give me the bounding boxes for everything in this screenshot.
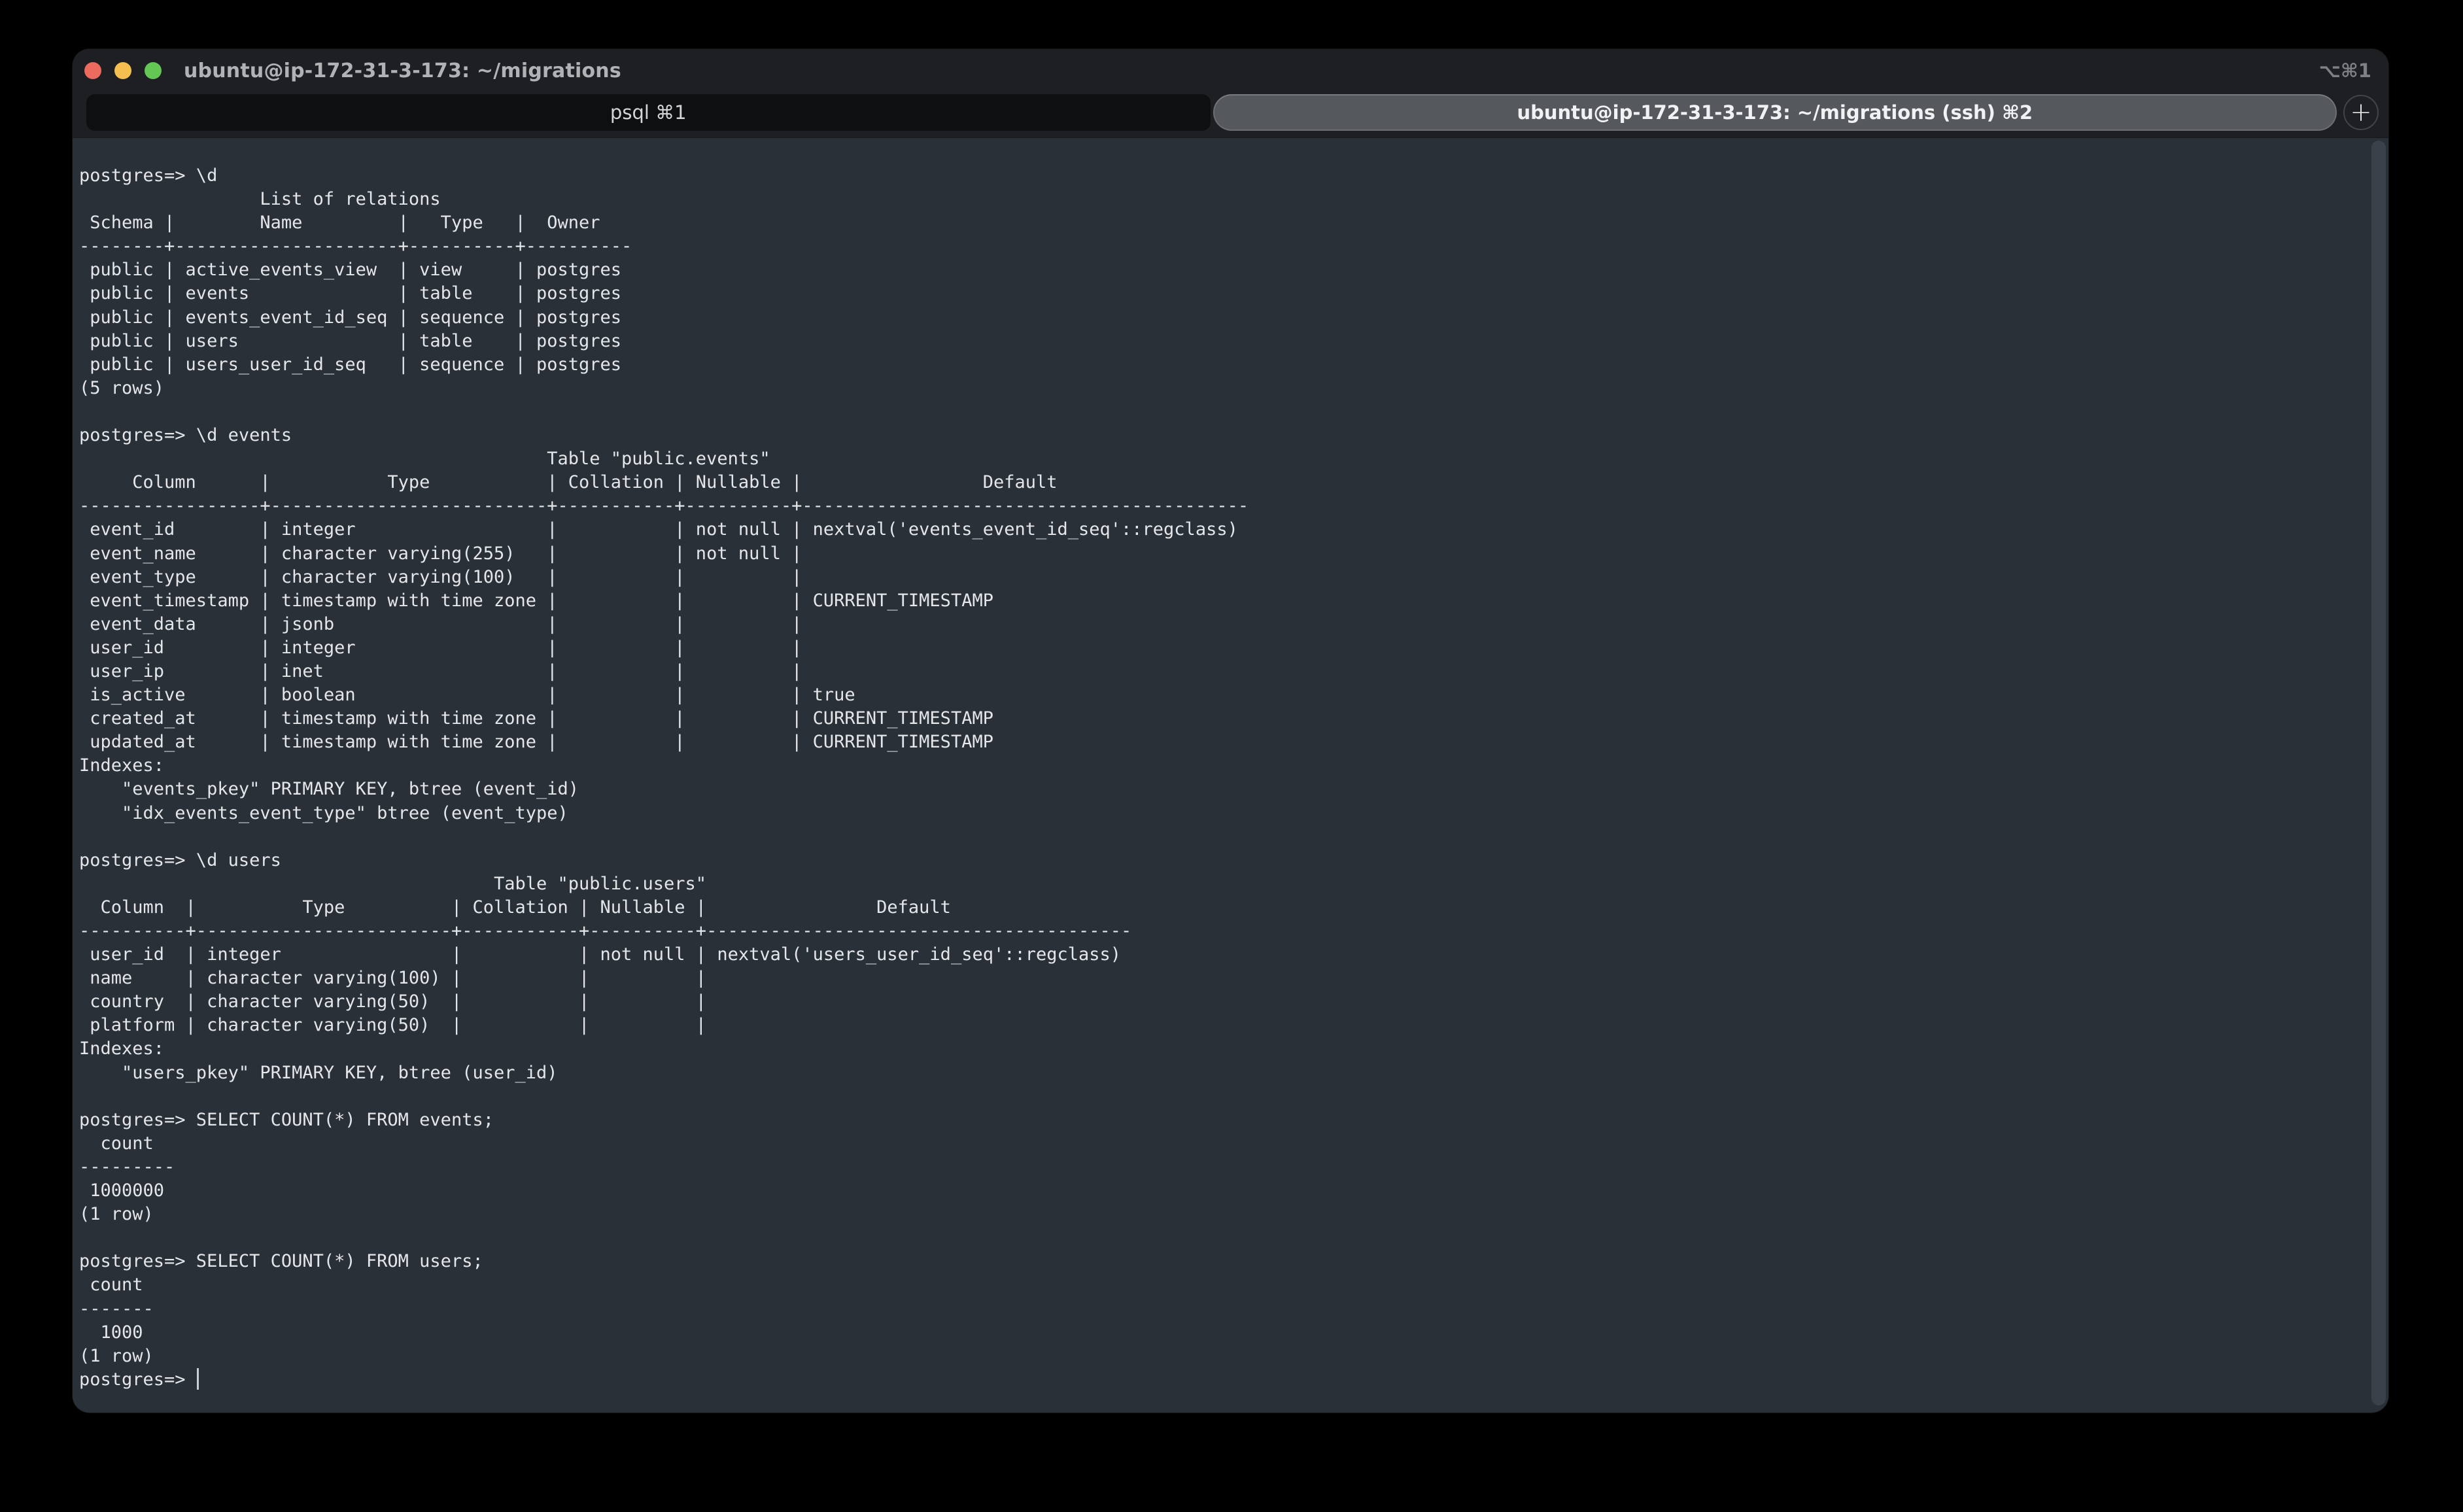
traffic-lights bbox=[84, 62, 162, 79]
terminal-window: ubuntu@ip-172-31-3-173: ~/migrations ⌥⌘1… bbox=[73, 49, 2388, 1413]
scrollbar[interactable] bbox=[2371, 141, 2386, 1405]
window-shortcut-hint: ⌥⌘1 bbox=[2318, 60, 2371, 82]
tab-bar: psql ⌘1 ubuntu@ip-172-31-3-173: ~/migrat… bbox=[73, 92, 2388, 138]
terminal-screen[interactable]: postgres=> \d List of relations Schema |… bbox=[73, 138, 2388, 1412]
tab-psql[interactable]: psql ⌘1 bbox=[86, 94, 1211, 131]
prompt: postgres=> bbox=[79, 1369, 196, 1390]
prompt-line: postgres=> bbox=[79, 1368, 2349, 1392]
titlebar[interactable]: ubuntu@ip-172-31-3-173: ~/migrations ⌥⌘1 bbox=[73, 49, 2388, 92]
psql-output: postgres=> \d List of relations Schema |… bbox=[79, 164, 2349, 1368]
window-title: ubuntu@ip-172-31-3-173: ~/migrations bbox=[184, 60, 621, 82]
close-button[interactable] bbox=[84, 62, 101, 79]
minimize-button[interactable] bbox=[114, 62, 131, 79]
text-cursor bbox=[197, 1368, 199, 1390]
tab-ssh-migrations[interactable]: ubuntu@ip-172-31-3-173: ~/migrations (ss… bbox=[1213, 94, 2337, 131]
window-chrome: ubuntu@ip-172-31-3-173: ~/migrations ⌥⌘1… bbox=[73, 49, 2388, 138]
new-tab-button[interactable]: + bbox=[2343, 95, 2379, 130]
zoom-button[interactable] bbox=[145, 62, 162, 79]
